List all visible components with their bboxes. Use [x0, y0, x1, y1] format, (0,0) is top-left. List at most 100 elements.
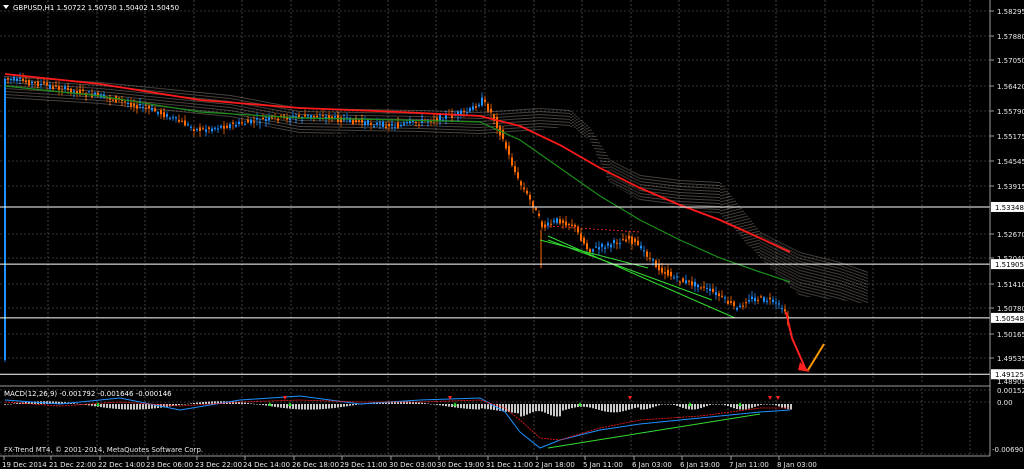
- macd-histogram-bar: [730, 404, 732, 408]
- candle-body: [73, 90, 75, 92]
- macd-histogram-bar: [685, 404, 687, 409]
- macd-histogram-bar: [193, 402, 195, 404]
- macd-histogram-bar: [109, 404, 111, 409]
- candle-body: [247, 119, 249, 123]
- candle-body: [631, 236, 633, 244]
- macd-histogram-bar: [472, 404, 474, 410]
- macd-histogram-bar: [517, 404, 519, 414]
- candle-body: [766, 300, 768, 302]
- candle-body: [82, 89, 84, 91]
- candle-body: [703, 286, 705, 288]
- time-tick-label: 31 Dec 11:00: [486, 461, 533, 469]
- candle-body: [289, 118, 291, 120]
- candle-body: [97, 92, 99, 96]
- candle-body: [628, 235, 630, 240]
- macd-histogram-bar: [538, 404, 540, 412]
- macd-histogram-bar: [658, 404, 660, 406]
- macd-histogram-bar: [523, 404, 525, 416]
- candle-body: [781, 308, 783, 310]
- macd-histogram-bar: [709, 404, 711, 406]
- macd-histogram-bar: [763, 404, 765, 405]
- candle-body: [322, 115, 324, 117]
- time-tick-label: 26 Dec 18:00: [292, 461, 339, 469]
- macd-histogram-bar: [670, 404, 672, 405]
- macd-histogram-bar: [325, 404, 327, 409]
- candle-body: [205, 129, 207, 132]
- candle-body: [376, 122, 378, 125]
- macd-histogram-bar: [355, 404, 357, 405]
- candle-body: [496, 117, 498, 129]
- candle-body: [334, 116, 336, 118]
- candle-body: [640, 245, 642, 249]
- macd-histogram-bar: [520, 404, 522, 417]
- candle-body: [550, 223, 552, 225]
- macd-histogram-bar: [556, 404, 558, 417]
- macd-histogram-bar: [436, 404, 438, 405]
- candle-body: [40, 84, 42, 86]
- macd-histogram-bar: [199, 402, 201, 404]
- macd-histogram-bar: [130, 404, 132, 410]
- candle-body: [520, 181, 522, 186]
- macd-histogram-bar: [445, 404, 447, 407]
- macd-histogram-bar: [100, 404, 102, 408]
- macd-histogram-bar: [586, 404, 588, 408]
- candle-body: [715, 292, 717, 295]
- macd-histogram-bar: [568, 404, 570, 409]
- candle-body: [391, 124, 393, 126]
- macd-histogram-bar: [553, 404, 555, 417]
- candle-body: [436, 118, 438, 121]
- time-tick-label: 2 Jan 18:00: [535, 461, 575, 469]
- candle-body: [211, 128, 213, 132]
- candle-body: [784, 309, 786, 312]
- macd-histogram-bar: [118, 404, 120, 410]
- candle-body: [220, 125, 222, 128]
- time-tick-label: 6 Jan 03:00: [632, 461, 672, 469]
- candle-body: [214, 127, 216, 129]
- macd-histogram-bar: [508, 404, 510, 413]
- macd-histogram-bar: [253, 403, 255, 405]
- macd-histogram-bar: [319, 404, 321, 410]
- macd-histogram-bar: [655, 404, 657, 407]
- macd-histogram-bar: [718, 404, 720, 405]
- macd-histogram-bar: [304, 404, 306, 410]
- candle-body: [592, 249, 594, 252]
- macd-histogram-bar: [484, 404, 486, 409]
- candle-body: [514, 166, 516, 173]
- macd-histogram-bar: [13, 403, 15, 405]
- candle-body: [547, 222, 549, 226]
- macd-histogram-bar: [550, 404, 552, 416]
- macd-histogram-bar: [631, 404, 633, 409]
- macd-histogram-bar: [331, 404, 333, 409]
- candle-body: [763, 297, 765, 302]
- candle-body: [256, 118, 258, 120]
- macd-histogram-bar: [772, 404, 774, 405]
- candle-body: [580, 233, 582, 241]
- macd-histogram-bar: [283, 404, 285, 409]
- macd-histogram-bar: [139, 404, 141, 410]
- price-tick-label: 1.56420: [997, 83, 1024, 91]
- candle-body: [310, 115, 312, 118]
- candle-body: [700, 287, 702, 289]
- candle-body: [568, 223, 570, 225]
- candle-body: [583, 237, 585, 244]
- candle-body: [541, 221, 543, 228]
- macd-histogram-bar: [307, 404, 309, 410]
- candle-body: [511, 157, 513, 166]
- candle-body: [463, 111, 465, 113]
- price-tick-label: 1.50165: [997, 331, 1024, 339]
- candle-body: [445, 115, 447, 119]
- macd-histogram-bar: [469, 404, 471, 410]
- candle-body: [760, 296, 762, 298]
- macd-histogram-bar: [562, 404, 564, 411]
- macd-histogram-bar: [781, 404, 783, 408]
- candle-body: [748, 300, 750, 302]
- macd-histogram-bar: [430, 403, 432, 405]
- macd-histogram-bar: [94, 404, 96, 407]
- macd-histogram-bar: [352, 404, 354, 406]
- candle-body: [688, 280, 690, 282]
- candle-body: [148, 105, 150, 109]
- candle-body: [622, 239, 624, 241]
- macd-histogram-bar: [280, 404, 282, 408]
- trading-chart[interactable]: 1.58295 1.57880 1.57050 1.56420 1.55790 1.551…: [0, 0, 1024, 469]
- macd-histogram-bar: [205, 401, 207, 404]
